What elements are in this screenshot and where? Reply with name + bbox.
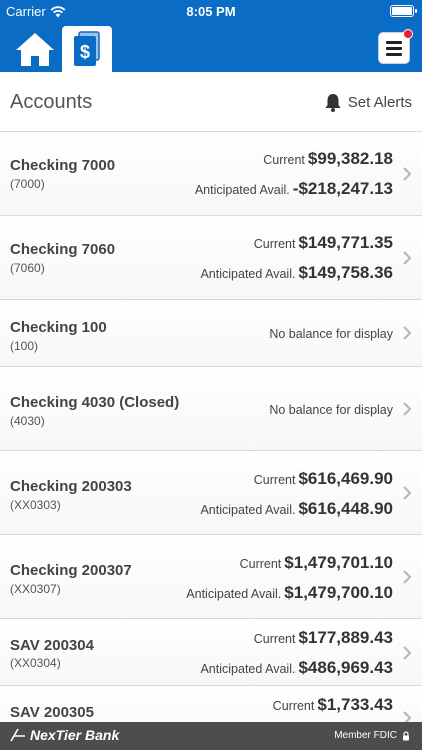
account-number: (4030): [10, 414, 45, 428]
chevron-right-icon: [403, 251, 412, 265]
set-alerts-button[interactable]: Set Alerts: [324, 92, 412, 112]
account-number: (XX0303): [10, 498, 61, 512]
account-name: SAV 200305: [10, 704, 94, 721]
bell-icon: [325, 94, 341, 112]
account-row-checking-7060[interactable]: Checking 7060 (7060) Current $149,771.35…: [0, 216, 422, 300]
current-amount: $99,382.18: [307, 149, 393, 168]
home-nav-button[interactable]: [14, 30, 56, 68]
app-header: $: [0, 22, 422, 72]
account-number: (100): [10, 339, 39, 353]
account-list: Checking 7000 (7000) Current $99,382.18 …: [0, 132, 422, 746]
account-number: (XX0307): [10, 582, 61, 596]
available-balance-line: Anticipated Avail. $1,479,700.10: [186, 583, 393, 603]
account-name: Checking 7000: [10, 157, 116, 174]
account-number: (7000): [10, 177, 45, 191]
page-title-row: Accounts Set Alerts: [0, 72, 422, 132]
available-balance-line: Anticipated Avail. $486,969.43: [200, 658, 393, 678]
current-label: Current: [272, 699, 315, 713]
account-name: Checking 200303: [10, 478, 132, 495]
bank-name: NexTier Bank: [30, 727, 120, 743]
battery-icon: [390, 5, 417, 17]
current-balance-line: Current $616,469.90: [254, 469, 393, 489]
notification-dot: [403, 29, 413, 39]
page-title: Accounts: [10, 91, 93, 113]
home-icon: [16, 33, 54, 66]
available-amount: $616,448.90: [298, 499, 393, 518]
set-alerts-label: Set Alerts: [347, 93, 412, 111]
menu-button[interactable]: [378, 29, 413, 64]
current-balance-line: Current $177,889.43: [254, 628, 393, 648]
available-amount: $486,969.43: [298, 658, 393, 677]
hamburger-menu-icon: [386, 40, 402, 44]
fdic-notice: Member FDIC: [334, 730, 410, 741]
status-bar: Carrier 8:05 PM: [0, 0, 422, 22]
available-amount: -$218,247.13: [292, 179, 393, 198]
chevron-right-icon: [403, 570, 412, 584]
fdic-label: Member FDIC: [334, 730, 397, 741]
account-number: (XX0304): [10, 656, 61, 670]
bank-logo-icon: [10, 728, 25, 742]
current-amount: $149,771.35: [298, 233, 393, 252]
current-amount: $1,733.43: [317, 695, 393, 714]
current-amount: $1,479,701.10: [284, 553, 393, 572]
account-row-checking-7000[interactable]: Checking 7000 (7000) Current $99,382.18 …: [0, 132, 422, 216]
chevron-right-icon: [403, 402, 412, 416]
available-label: Anticipated Avail.: [200, 662, 296, 676]
footer: NexTier Bank Member FDIC: [0, 722, 422, 750]
available-label: Anticipated Avail.: [194, 183, 290, 197]
chevron-right-icon: [403, 646, 412, 660]
chevron-right-icon: [403, 486, 412, 500]
no-balance-text: No balance for display: [269, 403, 393, 417]
accounts-nav-button[interactable]: $: [62, 26, 112, 72]
current-amount: $177,889.43: [298, 628, 393, 647]
available-label: Anticipated Avail.: [200, 267, 296, 281]
chevron-right-icon: [403, 326, 412, 340]
current-balance-line: Current $99,382.18: [263, 149, 393, 169]
bank-logo: NexTier Bank: [10, 727, 119, 743]
account-row-checking-200303[interactable]: Checking 200303 (XX0303) Current $616,46…: [0, 451, 422, 535]
current-balance-line: Current $149,771.35: [254, 233, 393, 253]
available-balance-line: Anticipated Avail. $616,448.90: [200, 499, 393, 519]
available-balance-line: Anticipated Avail. -$218,247.13: [195, 179, 393, 199]
current-label: Current: [253, 632, 296, 646]
account-row-checking-200307[interactable]: Checking 200307 (XX0307) Current $1,479,…: [0, 535, 422, 619]
clock: 8:05 PM: [186, 4, 236, 19]
account-name: SAV 200304: [10, 637, 94, 654]
account-row-sav-200304[interactable]: SAV 200304 (XX0304) Current $177,889.43 …: [0, 619, 422, 686]
lock-icon: [403, 730, 409, 740]
dollar-document-icon: $: [74, 31, 100, 66]
account-number: (7060): [10, 261, 45, 275]
svg-text:$: $: [80, 42, 90, 62]
account-row-checking-4030[interactable]: Checking 4030 (Closed) (4030) No balance…: [0, 367, 422, 451]
chevron-right-icon: [403, 167, 412, 181]
current-amount: $616,469.90: [298, 469, 393, 488]
account-name: Checking 100: [10, 319, 107, 336]
current-label: Current: [253, 473, 296, 487]
available-label: Anticipated Avail.: [200, 503, 296, 517]
available-label: Anticipated Avail.: [186, 587, 282, 601]
account-name: Checking 4030 (Closed): [10, 394, 180, 411]
current-label: Current: [263, 153, 305, 167]
account-name: Checking 7060: [10, 241, 116, 258]
current-label: Current: [239, 557, 282, 571]
available-amount: $1,479,700.10: [284, 583, 393, 602]
no-balance-text: No balance for display: [269, 327, 393, 341]
account-row-checking-100[interactable]: Checking 100 (100) No balance for displa…: [0, 300, 422, 367]
available-balance-line: Anticipated Avail. $149,758.36: [200, 263, 393, 283]
available-amount: $149,758.36: [298, 263, 393, 282]
current-balance-line: Current $1,479,701.10: [240, 553, 393, 573]
current-balance-line: Current $1,733.43: [273, 695, 393, 715]
account-name: Checking 200307: [10, 562, 132, 579]
current-label: Current: [253, 237, 296, 251]
